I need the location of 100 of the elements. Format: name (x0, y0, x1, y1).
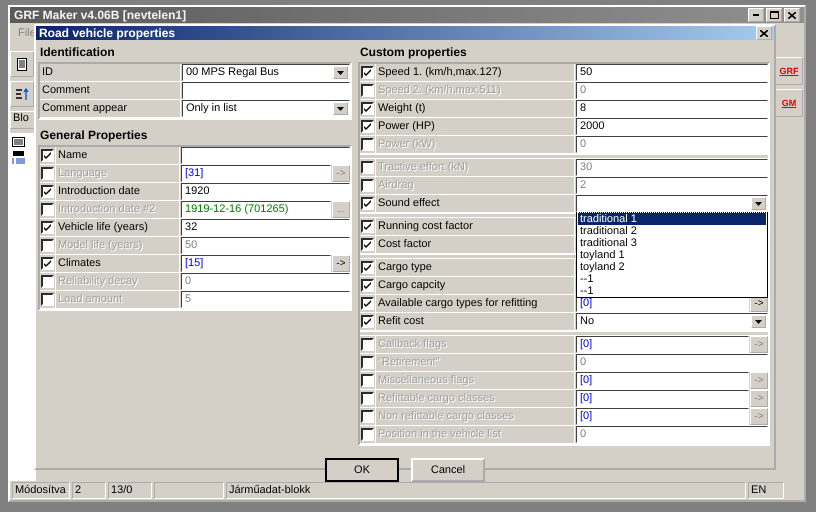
checkbox[interactable] (361, 161, 374, 174)
checkbox[interactable] (41, 221, 54, 234)
section-title: General Properties (39, 127, 148, 144)
property-label: Climates (56, 255, 180, 272)
close-icon (760, 30, 768, 36)
dropdown-arrow-icon (755, 320, 762, 324)
sort-icon (16, 88, 28, 100)
checkbox[interactable] (41, 167, 54, 180)
status-cell: EN (748, 482, 784, 499)
value-field[interactable] (182, 82, 350, 99)
value-field[interactable]: 50 (181, 237, 350, 254)
dropdown-option[interactable]: traditional 1 (578, 213, 766, 225)
close-button[interactable] (756, 26, 772, 40)
value-field[interactable]: 30 (576, 159, 768, 176)
value-field[interactable]: 0 (181, 273, 350, 290)
status-cell: 2 (72, 482, 106, 499)
checkbox[interactable] (361, 392, 374, 405)
checkbox[interactable] (361, 279, 374, 292)
dropdown-field[interactable]: Only in list (182, 100, 350, 117)
property-label: Vehicle life (years) (56, 219, 180, 236)
value-field[interactable]: [0] (576, 390, 749, 407)
value-field[interactable]: 8 (576, 100, 768, 117)
dialog-button[interactable]: Cancel (411, 458, 485, 482)
checkmark-icon (364, 300, 371, 307)
property-label: Weight (t) (376, 100, 575, 117)
minimize-icon (753, 14, 759, 16)
property-label: Cost factor (376, 236, 575, 253)
value-field[interactable]: 0 (576, 426, 768, 443)
value-field[interactable]: 5 (181, 291, 350, 308)
close-button[interactable] (784, 8, 800, 22)
checkbox[interactable] (361, 197, 374, 210)
checkbox[interactable] (361, 66, 374, 79)
dropdown-field[interactable]: No (576, 313, 768, 330)
checkbox[interactable] (41, 149, 54, 162)
checkmark-icon (364, 69, 371, 76)
property-label: Comment appear (40, 100, 181, 117)
checkbox[interactable] (361, 410, 374, 423)
minimize-button[interactable] (748, 8, 764, 22)
value-field[interactable]: 1920 (181, 183, 350, 200)
checkbox[interactable] (41, 275, 54, 288)
value-field[interactable]: 1919-12-16 (701265) (181, 201, 331, 218)
checkmark-icon (44, 260, 51, 267)
checkbox[interactable] (41, 185, 54, 198)
value-field[interactable]: 0 (576, 82, 768, 99)
checkbox[interactable] (361, 356, 374, 369)
checkmark-icon (44, 152, 51, 159)
value-field[interactable]: 2 (576, 177, 768, 194)
bus-list-icon (12, 151, 25, 164)
value-field[interactable]: 0 (576, 354, 768, 371)
dialog-title: Road vehicle properties (39, 26, 176, 40)
value-field[interactable]: 50 (576, 64, 768, 81)
property-label: Name (56, 147, 180, 164)
checkbox[interactable] (361, 138, 374, 151)
value-field[interactable]: [0] (576, 372, 749, 389)
value-field[interactable]: 32 (181, 219, 350, 236)
checkbox[interactable] (361, 84, 374, 97)
checkmark-icon (364, 200, 371, 207)
dropdown-field[interactable] (576, 195, 768, 212)
checkbox[interactable] (361, 297, 374, 310)
toolbar-button[interactable] (10, 81, 34, 107)
dropdown-field[interactable]: 00 MPS Regal Bus (182, 64, 350, 81)
maximize-button[interactable] (766, 8, 782, 22)
checkmark-icon (364, 223, 371, 230)
value-field[interactable]: [0] (576, 408, 749, 425)
dropdown-arrow-icon (337, 106, 344, 110)
checkbox[interactable] (41, 257, 54, 270)
dialog-button[interactable]: OK (325, 458, 399, 482)
value-field[interactable]: 2000 (576, 118, 768, 135)
checkmark-icon (44, 188, 51, 195)
value-field[interactable] (181, 147, 350, 164)
window-title: GRF Maker v4.06B [nevtelen1] (14, 8, 186, 22)
value-field[interactable]: [15] (181, 255, 331, 272)
checkbox[interactable] (361, 315, 374, 328)
value-field[interactable]: [31] (181, 165, 331, 182)
document-icon (17, 58, 27, 70)
checkbox[interactable] (361, 179, 374, 192)
checkbox[interactable] (361, 120, 374, 133)
dropdown-arrow-icon (755, 202, 762, 206)
property-label: Cargo capcity (376, 277, 575, 294)
property-label: Introduction date (56, 183, 180, 200)
checkbox[interactable] (361, 261, 374, 274)
checkbox[interactable] (361, 102, 374, 115)
value-field[interactable]: 0 (576, 136, 768, 153)
checkbox[interactable] (361, 338, 374, 351)
checkmark-icon (364, 241, 371, 248)
value-field[interactable]: [0] (576, 336, 749, 353)
checkbox[interactable] (41, 239, 54, 252)
property-label: Speed 1. (km/h,max.127) (376, 64, 575, 81)
checkbox[interactable] (361, 220, 374, 233)
checkbox[interactable] (41, 293, 54, 306)
section-title: Identification (39, 44, 116, 61)
close-icon (788, 12, 796, 18)
checkbox[interactable] (361, 428, 374, 441)
checkbox[interactable] (41, 203, 54, 216)
checkbox[interactable] (361, 238, 374, 251)
browse-button[interactable]: -> (332, 255, 350, 272)
status-cell: Módosítva (12, 482, 70, 499)
checkbox[interactable] (361, 374, 374, 387)
section-title: Custom properties (359, 44, 468, 61)
checkmark-icon (364, 318, 371, 325)
